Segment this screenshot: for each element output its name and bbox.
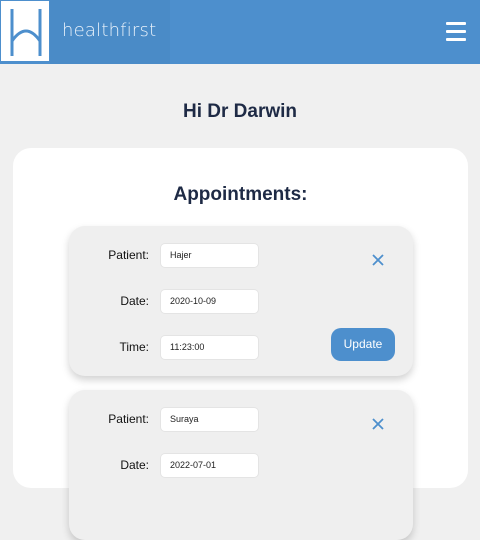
h-logo-icon[interactable] (0, 0, 50, 62)
patient-field[interactable]: Hajer (161, 244, 258, 267)
date-field[interactable]: 2020-10-09 (161, 290, 258, 313)
appointment-card: Patient: Hajer Date: 2020-10-09 Time: 11… (69, 226, 413, 376)
update-button[interactable]: Update (331, 328, 395, 361)
date-label: Date: (120, 458, 149, 472)
appointment-card: Patient: Suraya Date: 2022-07-01 (69, 390, 413, 540)
top-nav-bar: healthfirst (0, 0, 480, 64)
hamburger-menu-icon[interactable] (446, 22, 468, 42)
patient-label: Patient: (108, 412, 149, 426)
h-logo-glyph (10, 9, 42, 56)
patient-label: Patient: (108, 248, 149, 262)
close-x-icon[interactable] (371, 416, 385, 430)
brand-name[interactable]: healthfirst (62, 20, 156, 41)
date-label: Date: (120, 294, 149, 308)
patient-field[interactable]: Suraya (161, 408, 258, 431)
greeting-heading: Hi Dr Darwin (182, 101, 298, 122)
appointments-panel: Appointments: Patient: Hajer Date: 2020-… (13, 148, 468, 540)
close-x-icon[interactable] (371, 252, 385, 266)
appointments-title: Appointments: (173, 184, 308, 205)
time-label: Time: (119, 340, 149, 354)
date-field[interactable]: 2022-07-01 (161, 454, 258, 477)
time-field[interactable]: 11:23:00 (161, 336, 258, 359)
